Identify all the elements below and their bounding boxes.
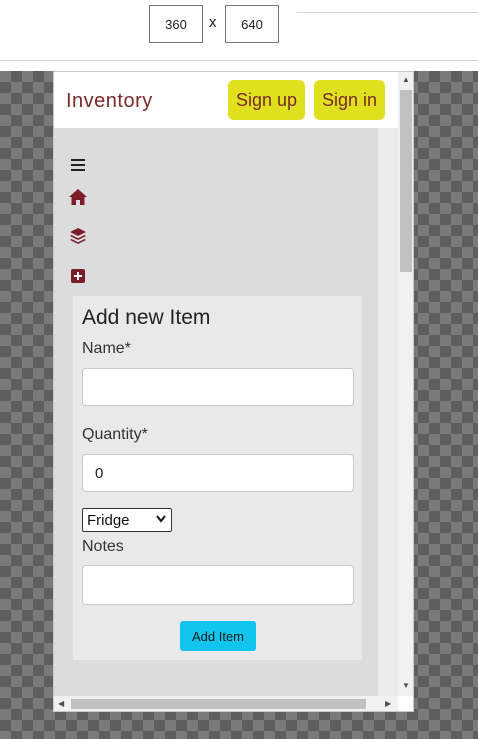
content-gutter bbox=[378, 128, 398, 696]
add-box-icon[interactable] bbox=[68, 266, 88, 286]
viewport-height-input[interactable]: 640 bbox=[225, 5, 279, 43]
scroll-right-icon[interactable]: ▶ bbox=[385, 699, 391, 708]
quantity-input[interactable]: 0 bbox=[82, 454, 354, 492]
scroll-left-icon[interactable]: ◀ bbox=[58, 699, 64, 708]
scroll-up-icon[interactable]: ▲ bbox=[402, 75, 410, 84]
viewport-width-input[interactable]: 360 bbox=[149, 5, 203, 43]
dimension-separator: x bbox=[209, 14, 217, 31]
toolbar-divider bbox=[297, 12, 478, 13]
scroll-down-icon[interactable]: ▼ bbox=[402, 681, 410, 690]
location-select-value: Fridge bbox=[87, 511, 130, 529]
sign-up-button[interactable]: Sign up bbox=[228, 80, 305, 120]
horizontal-scrollbar[interactable]: ◀ ▶ bbox=[54, 696, 398, 711]
form-title: Add new Item bbox=[82, 306, 211, 329]
toolbar-divider-bottom bbox=[0, 60, 478, 61]
add-item-form: Add new Item Name* Quantity* 0 Fridge No… bbox=[73, 296, 362, 660]
layers-icon[interactable] bbox=[68, 226, 88, 246]
notes-input[interactable] bbox=[82, 565, 354, 605]
home-icon[interactable] bbox=[68, 187, 88, 207]
vertical-scrollbar[interactable]: ▲ ▼ bbox=[398, 72, 413, 696]
sign-in-button[interactable]: Sign in bbox=[314, 80, 385, 120]
name-label: Name* bbox=[82, 340, 131, 357]
main-content: Add new Item Name* Quantity* 0 Fridge No… bbox=[54, 128, 398, 696]
device-toolbar: 360 x 640 bbox=[0, 0, 478, 61]
vertical-scroll-thumb[interactable] bbox=[400, 90, 412, 272]
chevron-down-icon bbox=[156, 512, 166, 530]
location-select[interactable]: Fridge bbox=[82, 508, 172, 532]
notes-label: Notes bbox=[82, 538, 124, 555]
navbar: Inventory Sign up Sign in bbox=[54, 72, 398, 128]
horizontal-scroll-thumb[interactable] bbox=[71, 699, 366, 709]
quantity-label: Quantity* bbox=[82, 426, 148, 443]
brand-title[interactable]: Inventory bbox=[66, 90, 153, 113]
name-input[interactable] bbox=[82, 368, 354, 406]
device-viewport: Inventory Sign up Sign in Add new Item N… bbox=[53, 71, 414, 712]
add-item-button[interactable]: Add Item bbox=[180, 621, 256, 651]
menu-icon[interactable] bbox=[68, 155, 88, 175]
